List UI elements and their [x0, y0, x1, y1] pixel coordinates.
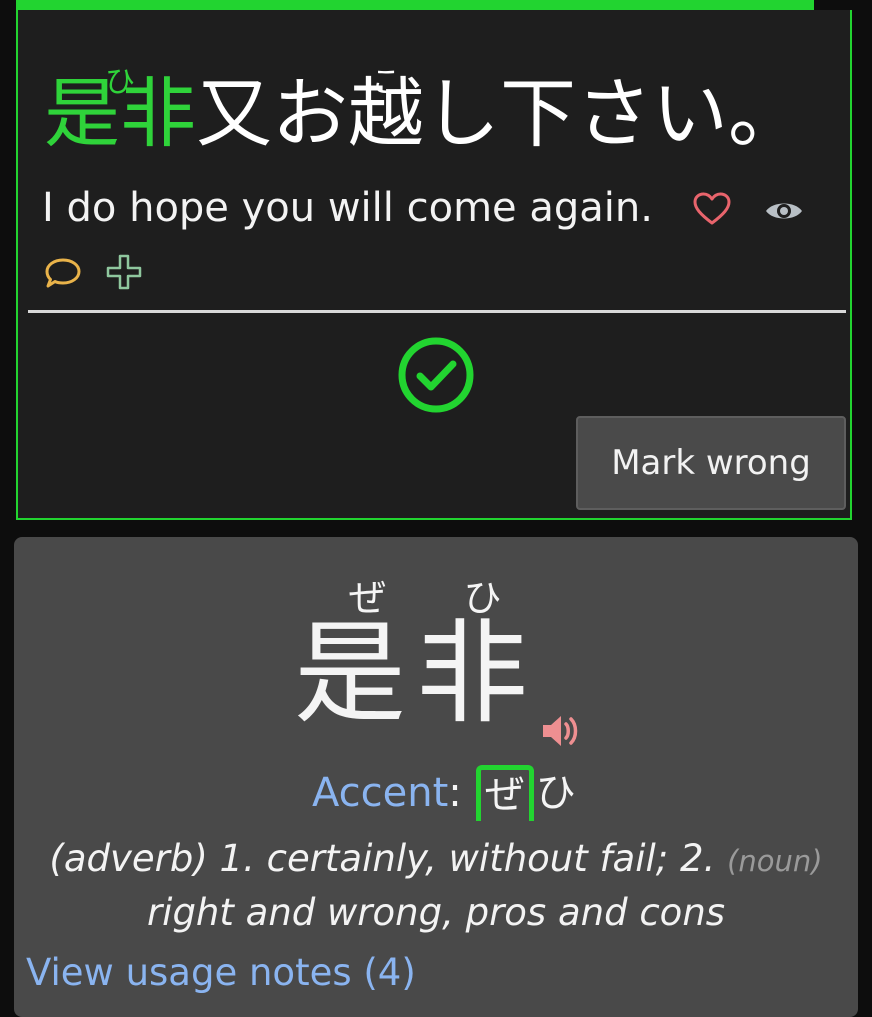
heart-icon[interactable] — [692, 191, 732, 227]
part-of-speech-muted: (noun) — [727, 844, 823, 878]
definition-sense: right and wrong, pros and cons — [146, 891, 726, 934]
sentence-part: 又お — [196, 69, 348, 158]
accent-colon: : — [448, 770, 462, 816]
eye-icon[interactable] — [764, 198, 804, 224]
sentence-word: こ 越 — [348, 65, 424, 160]
comment-icon[interactable] — [44, 256, 82, 290]
part-of-speech: (adverb) — [49, 837, 208, 880]
plus-icon[interactable] — [106, 254, 142, 290]
sentence-translation: I do hope you will come again. — [42, 185, 653, 231]
sentence-part: し下さい。 — [424, 69, 804, 158]
word-details-card: ぜ ひ 是非 Accent : ぜ ひ (adverb) 1. certainl… — [14, 537, 858, 1017]
target-word[interactable]: ひ 是非 — [44, 65, 196, 160]
review-card: ひ 是非 又お こ 越 し下さい。 I do hope you will com… — [16, 10, 852, 520]
divider — [28, 310, 846, 313]
definition-sense: 1. certainly, without fail; — [219, 837, 669, 880]
definition: (adverb) 1. certainly, without fail; 2. … — [34, 833, 838, 939]
accent-low-mora: ひ — [535, 770, 576, 816]
speaker-icon[interactable] — [540, 713, 580, 749]
pitch-accent: Accent : ぜ ひ — [312, 765, 576, 821]
check-circle-icon — [398, 337, 474, 413]
vocab-word: 是非 — [294, 609, 538, 739]
definition-sense-number: 2. — [680, 837, 716, 880]
sentence-word-furigana: こ — [371, 65, 401, 100]
accent-link[interactable]: Accent — [312, 765, 448, 821]
japanese-sentence: ひ 是非 又お こ 越 し下さい。 — [44, 30, 804, 160]
mark-wrong-button[interactable]: Mark wrong — [576, 416, 846, 510]
view-usage-notes-link[interactable]: View usage notes (4) — [26, 947, 416, 999]
target-word-furigana: ひ — [105, 65, 135, 100]
accent-high-mora: ぜ — [475, 765, 534, 821]
